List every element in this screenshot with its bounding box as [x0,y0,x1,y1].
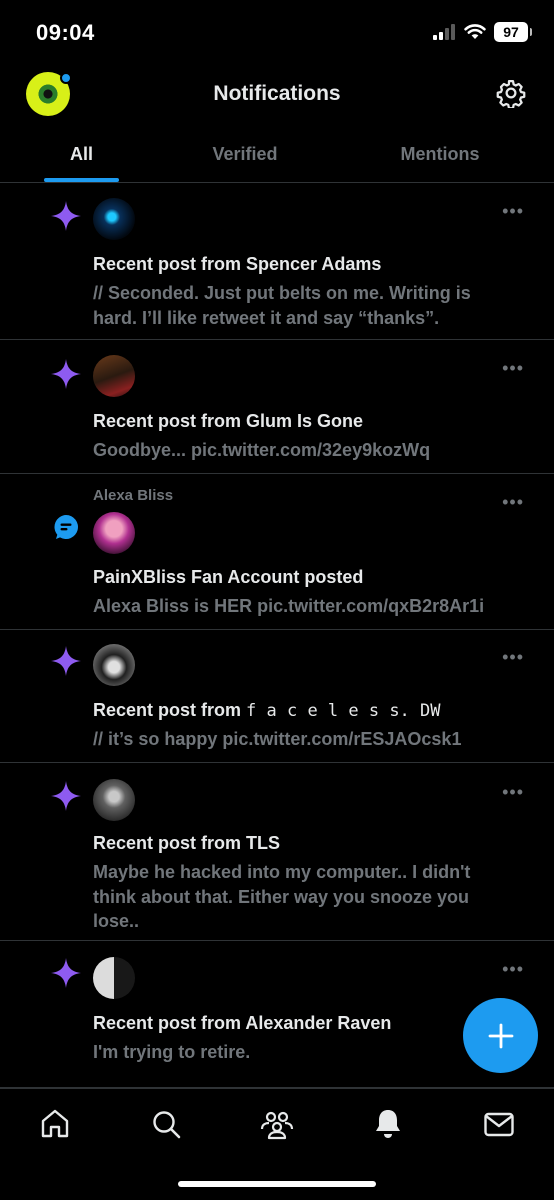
notification-body: Goodbye... pic.twitter.com/32ey9kozWq [93,440,431,460]
notification-title: PainXBliss Fan Account posted [93,567,364,587]
notification-item[interactable]: Alexa Bliss ••• PainXBliss Fan Account p… [0,474,554,630]
active-tab-indicator [44,178,119,182]
avatar[interactable] [93,779,135,821]
notification-body: Alexa Bliss is HER pic.twitter.com/qxB2r… [93,596,485,616]
notification-body: // it’s so happy pic.twitter.com/rESJAOc… [93,729,462,749]
signal-icon [433,24,455,40]
avatar[interactable] [93,198,135,240]
notification-title: Recent post from f a c e l e s s. DW [93,700,530,721]
compose-button[interactable] [463,998,538,1073]
tab-verified[interactable]: Verified [190,144,300,165]
status-icons: 97 [432,22,532,42]
battery-icon: 97 [494,22,532,42]
communities-icon[interactable] [260,1107,294,1141]
page-title: Notifications [213,82,341,105]
notification-context-label: Alexa Bliss [93,487,174,504]
tab-mentions[interactable]: Mentions [380,144,500,165]
more-options-button[interactable]: ••• [502,359,524,377]
notification-title: Recent post from TLS [93,833,281,853]
search-icon[interactable] [149,1107,183,1141]
more-options-button[interactable]: ••• [502,493,524,511]
more-options-button[interactable]: ••• [502,202,524,220]
notification-item[interactable]: ••• Recent post from TLS Maybe he hacked… [0,763,554,941]
sparkle-icon [51,646,81,676]
mail-icon[interactable] [482,1107,516,1141]
title-prefix: Recent post from [93,700,247,720]
home-indicator [178,1181,376,1187]
notification-item[interactable]: ••• Recent post from Spencer Adams // Se… [0,184,554,340]
message-bubble-icon [54,515,78,539]
wifi-icon [464,24,486,39]
sparkle-icon [51,781,81,811]
notification-title: Recent post from Spencer Adams [93,254,382,274]
notification-item[interactable]: ••• Recent post from Glum Is Gone Goodby… [0,340,554,474]
notification-body: I'm trying to retire. [93,1042,251,1062]
avatar[interactable] [93,957,135,999]
more-options-button[interactable]: ••• [502,960,524,978]
avatar[interactable] [93,644,135,686]
notification-title: Recent post from Glum Is Gone [93,411,364,431]
home-icon[interactable] [38,1107,72,1141]
title-username: f a c e l e s s. DW [246,701,441,721]
notification-item[interactable]: ••• Recent post from f a c e l e s s. DW… [0,630,554,763]
avatar[interactable] [93,512,135,554]
status-time: 09:04 [36,20,95,45]
header: Notifications [0,64,554,124]
plus-icon [488,1023,513,1048]
status-bar: 09:04 97 [0,0,554,64]
notification-body: Maybe he hacked into my computer.. I did… [93,862,471,931]
notification-body: // Seconded. Just put belts on me. Writi… [93,283,471,328]
battery-level: 97 [503,24,519,40]
bell-icon[interactable] [371,1107,405,1141]
avatar[interactable] [93,355,135,397]
more-options-button[interactable]: ••• [502,648,524,666]
sparkle-icon [51,359,81,389]
sparkle-icon [51,201,81,231]
gear-icon[interactable] [496,78,526,108]
tab-all[interactable]: All [44,144,119,165]
more-options-button[interactable]: ••• [502,783,524,801]
sparkle-icon [51,958,81,988]
tab-bar: All Verified Mentions [0,124,554,183]
